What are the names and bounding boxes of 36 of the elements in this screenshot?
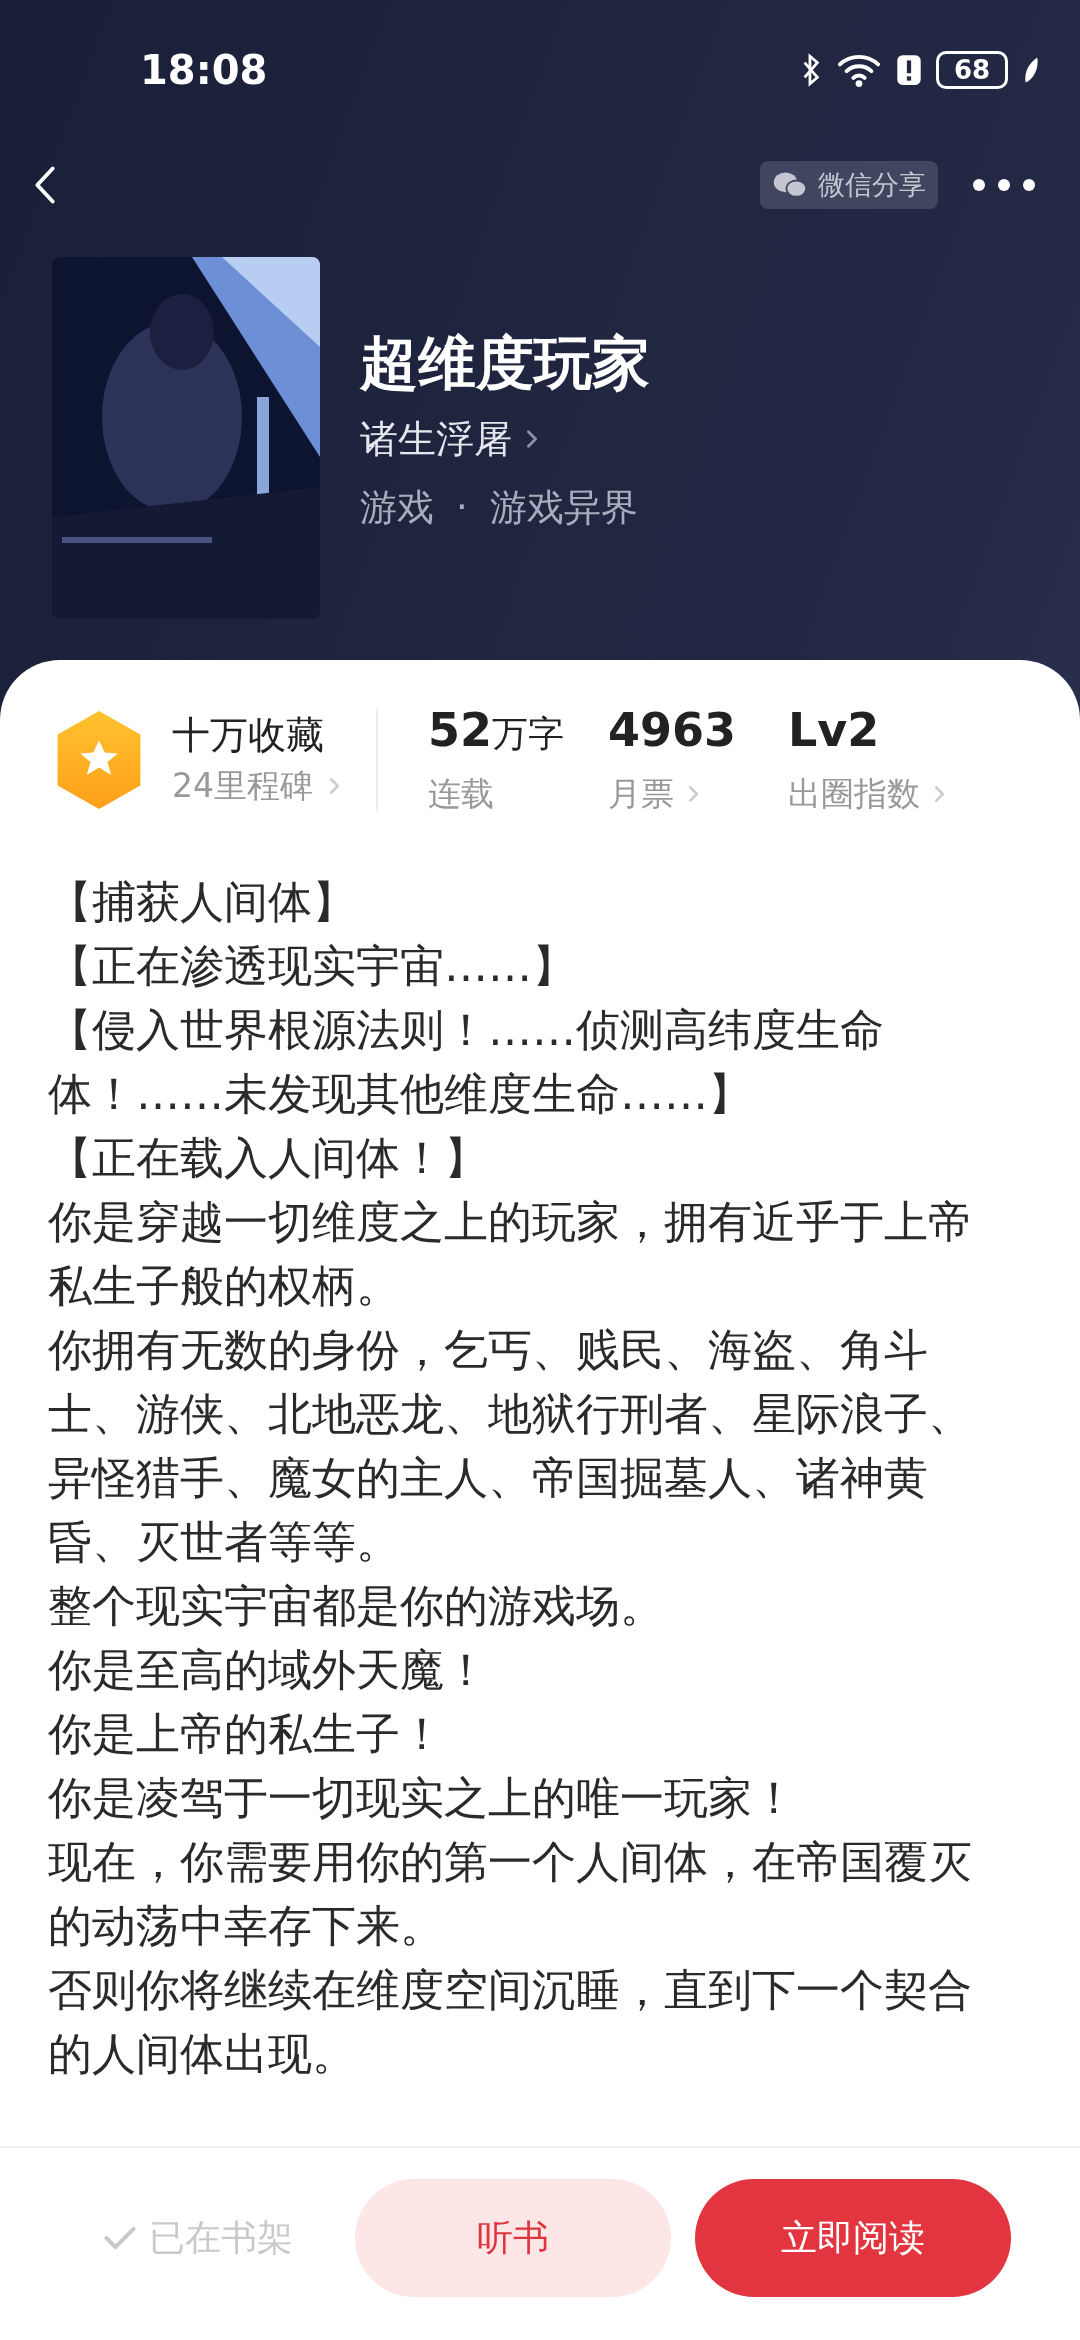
genre-tag: 游戏 bbox=[360, 483, 434, 533]
description-paragraph: 否则你将继续在维度空间沉睡，直到下一个契合的人间体出现。 bbox=[48, 1963, 973, 2081]
description-paragraph: 整个现实宇宙都是你的游戏场。 bbox=[48, 1579, 665, 1633]
description-paragraph: 你是上帝的私生子！ bbox=[48, 1707, 445, 1761]
status-time: 18:08 bbox=[140, 46, 268, 95]
stat-label: 连载 bbox=[428, 772, 494, 815]
chevron-right-icon bbox=[934, 784, 945, 803]
stat-label-link[interactable]: 24里程碑 bbox=[172, 761, 340, 811]
separator-dot: · bbox=[456, 485, 468, 531]
read-now-button[interactable]: 立即阅读 bbox=[695, 2179, 1011, 2297]
wechat-share-button[interactable]: 微信分享 bbox=[760, 161, 938, 209]
check-icon bbox=[102, 2224, 137, 2252]
listen-button[interactable]: 听书 bbox=[355, 2179, 671, 2297]
chevron-right-icon bbox=[526, 429, 538, 449]
description-paragraph: 【捕获人间体】 bbox=[48, 875, 357, 929]
book-title: 超维度玩家 bbox=[360, 328, 650, 399]
description-paragraph: 【正在载入人间体！】 bbox=[48, 1131, 489, 1185]
author-link[interactable]: 诸生浮屠 bbox=[360, 413, 650, 465]
description-paragraph: 【正在渗透现实宇宙……】 bbox=[48, 939, 577, 993]
description-paragraph: 现在，你需要用你的第一个人间体，在帝国覆灭的动荡中幸存下来。 bbox=[48, 1835, 973, 1953]
chevron-right-icon bbox=[329, 777, 340, 795]
back-icon[interactable] bbox=[34, 165, 56, 205]
stat-value: Lv2 bbox=[788, 701, 881, 759]
alert-icon bbox=[896, 53, 922, 87]
stat-label-link[interactable]: 出圈指数 bbox=[788, 768, 988, 819]
description-paragraph: 你是至高的域外天魔！ bbox=[48, 1643, 489, 1697]
subgenre-tag: 游戏异界 bbox=[489, 483, 638, 533]
description-paragraph: 【侵入世界根源法则！……侦测高纬度生命体！……未发现其他维度生命……】 bbox=[48, 1003, 885, 1121]
description-paragraph: 你是穿越一切维度之上的玩家，拥有近乎于上帝私生子般的权柄。 bbox=[48, 1195, 973, 1313]
stat-value: 十万收藏 bbox=[172, 712, 325, 759]
chevron-right-icon bbox=[688, 784, 699, 803]
description-paragraph: 你是凌驾于一切现实之上的唯一玩家！ bbox=[48, 1771, 797, 1825]
more-icon[interactable] bbox=[972, 178, 1036, 192]
description-paragraph: 你拥有无数的身份，乞丐、贱民、海盗、角斗士、游侠、北地恶龙、地狱行刑者、星际浪子、异怪猎手、魔女的主人、帝国掘墓人、诸神黄昏、灭世者等等。 bbox=[48, 1323, 973, 1569]
wifi-icon bbox=[836, 52, 882, 88]
battery-indicator: 68 bbox=[936, 51, 1008, 89]
